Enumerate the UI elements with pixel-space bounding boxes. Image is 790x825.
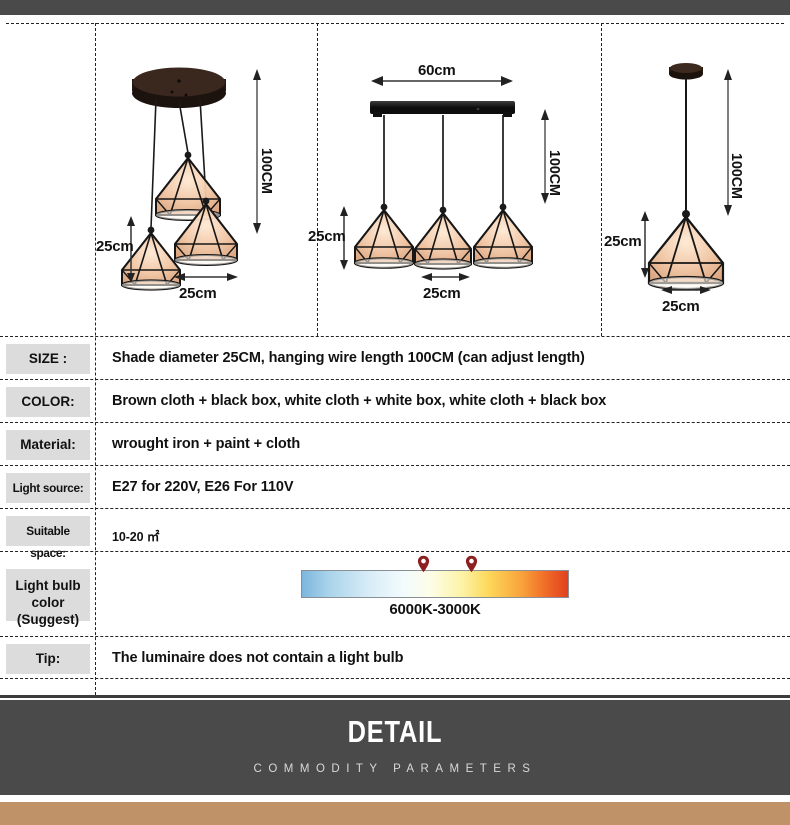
diagram-panel-three-light-linear: 60cm 100CM 25cm 25cm: [308, 23, 601, 336]
pin-marker-icon-right[interactable]: [465, 555, 478, 573]
table-row-suitable-space: Suitable space: 10-20 ㎡: [0, 508, 790, 560]
row-label-suitable-space: Suitable space:: [6, 516, 90, 560]
detail-banner-title: DETAIL: [347, 714, 443, 749]
panel3-shade-width-label: 25cm: [662, 298, 700, 315]
panel2-bar-width-label: 60cm: [418, 62, 456, 79]
color-temperature-widget: 6000K-3000K: [301, 555, 569, 618]
row-value-color: Brown cloth + black box, white cloth + w…: [112, 393, 607, 409]
panel3-shade-height-label: 25cm: [604, 233, 642, 250]
color-temperature-caption: 6000K-3000K: [389, 601, 481, 618]
color-temperature-gradient-bar[interactable]: [301, 555, 569, 598]
product-diagram-area: 100CM 25cm 25cm 60cm 100CM 25cm 25cm 100…: [0, 23, 790, 336]
single-light-pendant-illustration: [641, 63, 732, 294]
panel2-shade-height-label: 25cm: [308, 228, 346, 245]
product-spec-page: 100CM 25cm 25cm 60cm 100CM 25cm 25cm 100…: [0, 0, 790, 825]
panel1-shade-height-label: 25cm: [96, 238, 134, 255]
row-value-light-source: E27 for 220V, E26 For 110V: [112, 479, 294, 495]
row-label-size: SIZE :: [6, 344, 90, 374]
panel2-shade-width-label: 25cm: [423, 285, 461, 302]
table-row-tip: Tip: The luminaire does not contain a li…: [0, 636, 790, 679]
row-label-light-source: Light source:: [6, 473, 90, 503]
footer-accent-strip: [0, 802, 790, 825]
table-row-size: SIZE : Shade diameter 25CM, hanging wire…: [0, 336, 790, 379]
pin-marker-icon-left[interactable]: [417, 555, 430, 573]
row-value-suitable-space: 10-20 ㎡: [112, 530, 160, 544]
top-banner-bar: [0, 0, 790, 15]
table-row-color: COLOR: Brown cloth + black box, white cl…: [0, 379, 790, 422]
panel3-height-label: 100CM: [728, 153, 744, 199]
panel2-height-label: 100CM: [546, 150, 562, 196]
diagram-panel-three-light-round: 100CM 25cm 25cm: [96, 23, 317, 336]
table-row-light-source: Light source: E27 for 220V, E26 For 110V: [0, 465, 790, 508]
row-label-color: COLOR:: [6, 387, 90, 417]
row-label-tip: Tip:: [6, 644, 90, 674]
panel1-shade-width-label: 25cm: [179, 285, 217, 302]
row-label-material: Material:: [6, 430, 90, 460]
panel1-height-label: 100CM: [258, 148, 274, 194]
row-value-material: wrought iron + paint + cloth: [112, 436, 301, 452]
row-value-tip: The luminaire does not contain a light b…: [112, 650, 404, 666]
table-row-material: Material: wrought iron + paint + cloth: [0, 422, 790, 465]
row-label-bulb-color: Light bulb color (Suggest): [6, 569, 90, 627]
detail-banner-subtitle: COMMODITY PARAMETERS: [253, 763, 537, 775]
specification-table: SIZE : Shade diameter 25CM, hanging wire…: [0, 336, 790, 679]
footer-divider-line: [0, 695, 790, 698]
detail-banner: DETAIL COMMODITY PARAMETERS: [0, 700, 790, 795]
row-value-size: Shade diameter 25CM, hanging wire length…: [112, 350, 585, 366]
table-row-bulb-color: Light bulb color (Suggest) 6000K-3000K: [0, 551, 790, 636]
diagram-panel-single-light: 100CM 25cm 25cm: [602, 23, 790, 336]
